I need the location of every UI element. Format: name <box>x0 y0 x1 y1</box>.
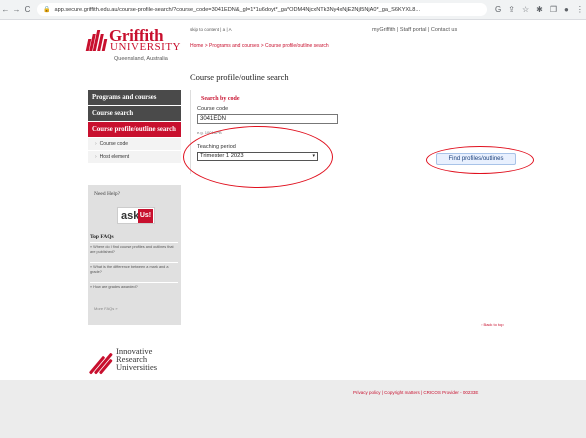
address-bar[interactable]: 🔒 app.secure.griffith.edu.au/course-prof… <box>37 3 487 16</box>
browser-toolbar: ← → C 🔒 app.secure.griffith.edu.au/cours… <box>0 0 586 20</box>
search-by-code-heading: Search by code <box>201 96 240 102</box>
more-faqs-link[interactable]: More FAQs » <box>94 306 118 311</box>
iru-mark-icon <box>88 348 118 375</box>
faq-link[interactable]: » How are grades awarded? <box>90 282 178 290</box>
course-code-label: Course code <box>197 106 229 112</box>
extensions-icon[interactable]: ✱ <box>536 5 543 14</box>
us-label: Us! <box>138 209 153 223</box>
back-to-top-label: Back to top <box>483 322 504 327</box>
ask-us-button[interactable]: ask Us! <box>117 207 155 224</box>
logo-location: Queensland, Australia <box>114 56 168 62</box>
annotation-ellipse-teaching-period <box>183 126 333 188</box>
forward-icon[interactable]: → <box>11 5 22 14</box>
logo-word-university: UNIVERSITY <box>110 41 181 53</box>
browser-tool-icons: G ⇪ ☆ ✱ ❐ ● ⋮ <box>495 5 584 14</box>
sidebar: Programs and courses Course search Cours… <box>88 90 181 164</box>
griffith-mark-icon <box>85 29 108 51</box>
google-icon[interactable]: G <box>495 5 501 14</box>
sidebar-subitem-course-code[interactable]: Course code <box>88 138 181 151</box>
ask-label: ask <box>121 210 140 222</box>
iru-text: Innovative Research Universities <box>116 347 158 372</box>
course-code-input[interactable]: 3041EDN <box>197 114 338 124</box>
menu-icon[interactable]: ⋮ <box>576 5 584 14</box>
lock-icon[interactable]: 🔒 <box>43 6 50 13</box>
reload-icon[interactable]: C <box>22 5 33 14</box>
sidebar-subitem-host-element[interactable]: Host element <box>88 151 181 164</box>
sidebar-item-course-profile-search[interactable]: Course profile/outline search <box>88 122 181 138</box>
page-title: Course profile/outline search <box>190 72 289 82</box>
iru-logo[interactable]: Innovative Research Universities <box>88 345 178 375</box>
back-icon[interactable]: ← <box>0 5 11 14</box>
footer-links[interactable]: Privacy policy | Copyright matters | CRI… <box>353 390 478 395</box>
share-icon[interactable]: ⇪ <box>508 5 515 14</box>
page-footer: Privacy policy | Copyright matters | CRI… <box>0 380 586 438</box>
back-to-top-link[interactable]: ▫ Back to top <box>481 322 504 327</box>
tab-icon[interactable]: ❐ <box>550 5 557 14</box>
need-help-heading: Need Help? <box>94 191 121 197</box>
sidebar-item-course-search[interactable]: Course search <box>88 106 181 122</box>
breadcrumb[interactable]: Home > Programs and courses > Course pro… <box>190 43 329 49</box>
top-faqs-heading: Top FAQs <box>90 234 114 240</box>
sidebar-item-programs-and-courses[interactable]: Programs and courses <box>88 90 181 106</box>
header-links[interactable]: myGriffith | Staff portal | Contact us <box>372 27 457 33</box>
help-panel: Need Help? ask Us! Top FAQs » Where do I… <box>88 185 181 325</box>
profile-icon[interactable]: ● <box>564 5 569 14</box>
annotation-ellipse-find-button <box>426 146 534 174</box>
url-text: app.secure.griffith.edu.au/course-profil… <box>54 6 421 13</box>
faq-link[interactable]: » What is the difference between a mark … <box>90 262 178 275</box>
iru-line-3: Universities <box>116 362 158 372</box>
skip-to-content-link[interactable]: skip to content | a | A <box>190 27 232 32</box>
star-icon[interactable]: ☆ <box>522 5 529 14</box>
faq-link[interactable]: » Where do I find course profiles and ou… <box>90 242 178 255</box>
